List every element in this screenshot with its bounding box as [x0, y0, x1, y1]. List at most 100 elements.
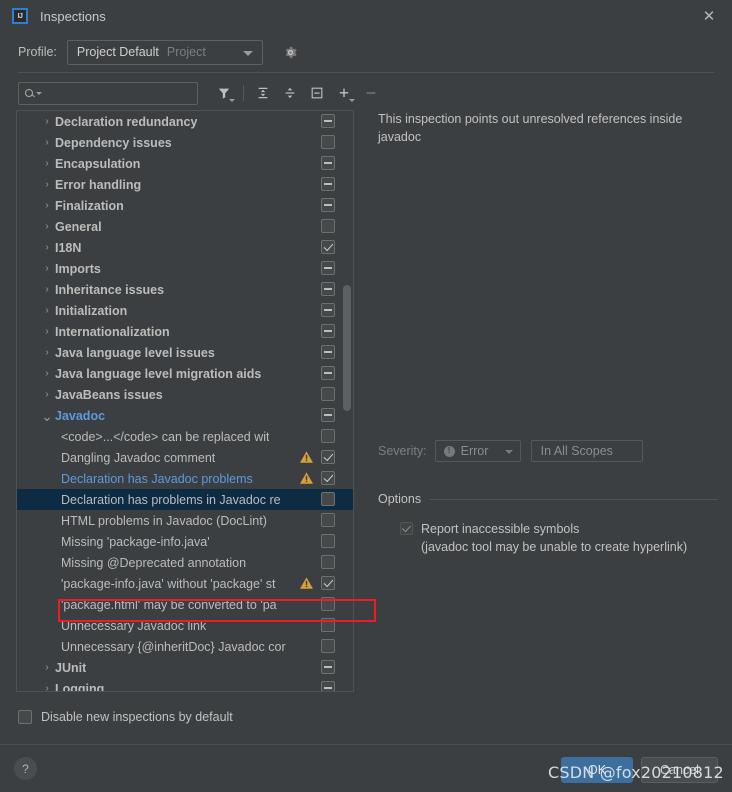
tree-row-checkbox[interactable]: [321, 261, 335, 275]
profile-dropdown[interactable]: Project Default Project: [66, 39, 263, 65]
tree-group-row[interactable]: › General: [17, 216, 353, 237]
tree-group-row[interactable]: ⌄ Javadoc: [17, 405, 353, 426]
tree-row-checkbox[interactable]: [321, 198, 335, 212]
tree-group-row[interactable]: › Declaration redundancy: [17, 111, 353, 132]
chevron-right-icon[interactable]: ›: [39, 263, 55, 274]
scope-value: In All Scopes: [540, 444, 613, 458]
chevron-right-icon[interactable]: ›: [39, 137, 55, 148]
tree-row-checkbox[interactable]: [321, 513, 335, 527]
chevron-right-icon[interactable]: ›: [39, 305, 55, 316]
disable-new-inspections-checkbox[interactable]: [18, 710, 32, 724]
chevron-right-icon[interactable]: ›: [39, 158, 55, 169]
tree-item-row[interactable]: Declaration has problems in Javadoc re: [17, 489, 353, 510]
chevron-down-icon[interactable]: ⌄: [39, 409, 55, 423]
tree-row-checkbox[interactable]: [321, 114, 335, 128]
chevron-right-icon[interactable]: ›: [39, 221, 55, 232]
chevron-right-icon[interactable]: ›: [39, 200, 55, 211]
tree-row-label: Javadoc: [55, 408, 106, 423]
tree-row-checkbox[interactable]: [321, 681, 335, 691]
tree-row-checkbox[interactable]: [321, 135, 335, 149]
tree-group-row[interactable]: › Dependency issues: [17, 132, 353, 153]
tree-group-row[interactable]: › Encapsulation: [17, 153, 353, 174]
tree-item-row[interactable]: Dangling Javadoc comment: [17, 447, 353, 468]
report-inaccessible-symbols-checkbox[interactable]: [400, 522, 413, 535]
tree-item-row[interactable]: Missing 'package-info.java': [17, 531, 353, 552]
search-icon: [25, 89, 33, 97]
tree-item-row[interactable]: HTML problems in Javadoc (DocLint): [17, 510, 353, 531]
chevron-right-icon[interactable]: ›: [39, 116, 55, 127]
chevron-right-icon[interactable]: ›: [39, 683, 55, 691]
search-options-chevron-icon[interactable]: [36, 91, 42, 95]
tree-row-checkbox[interactable]: [321, 156, 335, 170]
tree-row-label: Declaration redundancy: [55, 114, 198, 129]
chevron-right-icon[interactable]: ›: [39, 179, 55, 190]
tree-group-row[interactable]: › Inheritance issues: [17, 279, 353, 300]
tree-row-checkbox[interactable]: [321, 408, 335, 422]
tree-row-label: JUnit: [55, 660, 87, 675]
tree-row-checkbox[interactable]: [321, 576, 335, 590]
add-icon[interactable]: [332, 81, 356, 105]
chevron-right-icon[interactable]: ›: [39, 242, 55, 253]
remove-icon[interactable]: [359, 81, 383, 105]
expand-all-icon[interactable]: [251, 81, 275, 105]
tree-row-checkbox[interactable]: [321, 282, 335, 296]
tree-item-row[interactable]: Missing @Deprecated annotation: [17, 552, 353, 573]
tree-group-row[interactable]: › Initialization: [17, 300, 353, 321]
tree-item-row[interactable]: <code>...</code> can be replaced wit: [17, 426, 353, 447]
chevron-right-icon[interactable]: ›: [39, 347, 55, 358]
tree-group-row[interactable]: › I18N: [17, 237, 353, 258]
tree-row-checkbox[interactable]: [321, 219, 335, 233]
inspection-tree[interactable]: › Declaration redundancy › Dependency issue…: [16, 110, 354, 692]
gear-icon[interactable]: [281, 42, 301, 62]
tree-group-row[interactable]: › Internationalization: [17, 321, 353, 342]
tree-row-checkbox[interactable]: [321, 324, 335, 338]
close-icon[interactable]: ✕: [686, 0, 732, 32]
tree-item-row[interactable]: Declaration has Javadoc problems: [17, 468, 353, 489]
disable-new-inspections-row[interactable]: Disable new inspections by default: [18, 710, 233, 724]
filter-icon[interactable]: [212, 81, 236, 105]
help-button[interactable]: ?: [14, 757, 37, 780]
tree-row-checkbox[interactable]: [321, 366, 335, 380]
profile-label: Profile:: [18, 45, 57, 59]
collapse-all-icon[interactable]: [278, 81, 302, 105]
tree-row-checkbox[interactable]: [321, 597, 335, 611]
square-minus-icon[interactable]: [305, 81, 329, 105]
chevron-right-icon[interactable]: ›: [39, 284, 55, 295]
tree-row-checkbox[interactable]: [321, 450, 335, 464]
chevron-right-icon[interactable]: ›: [39, 389, 55, 400]
tree-group-row[interactable]: › Finalization: [17, 195, 353, 216]
tree-scrollbar-thumb[interactable]: [343, 285, 351, 411]
tree-row-checkbox[interactable]: [321, 639, 335, 653]
tree-group-row[interactable]: › Java language level issues: [17, 342, 353, 363]
scope-dropdown[interactable]: In All Scopes: [530, 440, 643, 462]
chevron-right-icon[interactable]: ›: [39, 326, 55, 337]
tree-row-checkbox[interactable]: [321, 471, 335, 485]
tree-row-checkbox[interactable]: [321, 534, 335, 548]
tree-group-row[interactable]: › JUnit: [17, 657, 353, 678]
tree-row-checkbox[interactable]: [321, 177, 335, 191]
tree-group-row[interactable]: › JavaBeans issues: [17, 384, 353, 405]
tree-group-row[interactable]: › Error handling: [17, 174, 353, 195]
report-inaccessible-symbols-option[interactable]: Report inaccessible symbols (javadoc too…: [400, 520, 687, 556]
tree-row-checkbox[interactable]: [321, 387, 335, 401]
tree-group-row[interactable]: › Imports: [17, 258, 353, 279]
tree-item-row[interactable]: 'package-info.java' without 'package' st: [17, 573, 353, 594]
tree-row-checkbox[interactable]: [321, 303, 335, 317]
tree-item-row[interactable]: Unnecessary Javadoc link: [17, 615, 353, 636]
tree-row-checkbox[interactable]: [321, 429, 335, 443]
tree-row-checkbox[interactable]: [321, 345, 335, 359]
tree-group-row[interactable]: › Logging: [17, 678, 353, 691]
tree-row-checkbox[interactable]: [321, 660, 335, 674]
tree-item-row[interactable]: Unnecessary {@inheritDoc} Javadoc cor: [17, 636, 353, 657]
tree-row-checkbox[interactable]: [321, 618, 335, 632]
tree-scrollbar[interactable]: [343, 113, 351, 691]
tree-row-checkbox[interactable]: [321, 240, 335, 254]
tree-row-checkbox[interactable]: [321, 555, 335, 569]
chevron-right-icon[interactable]: ›: [39, 662, 55, 673]
tree-row-checkbox[interactable]: [321, 492, 335, 506]
tree-item-row[interactable]: 'package.html' may be converted to 'pa: [17, 594, 353, 615]
severity-dropdown[interactable]: ! Error: [434, 440, 521, 462]
tree-group-row[interactable]: › Java language level migration aids: [17, 363, 353, 384]
chevron-right-icon[interactable]: ›: [39, 368, 55, 379]
search-input[interactable]: [18, 81, 198, 105]
